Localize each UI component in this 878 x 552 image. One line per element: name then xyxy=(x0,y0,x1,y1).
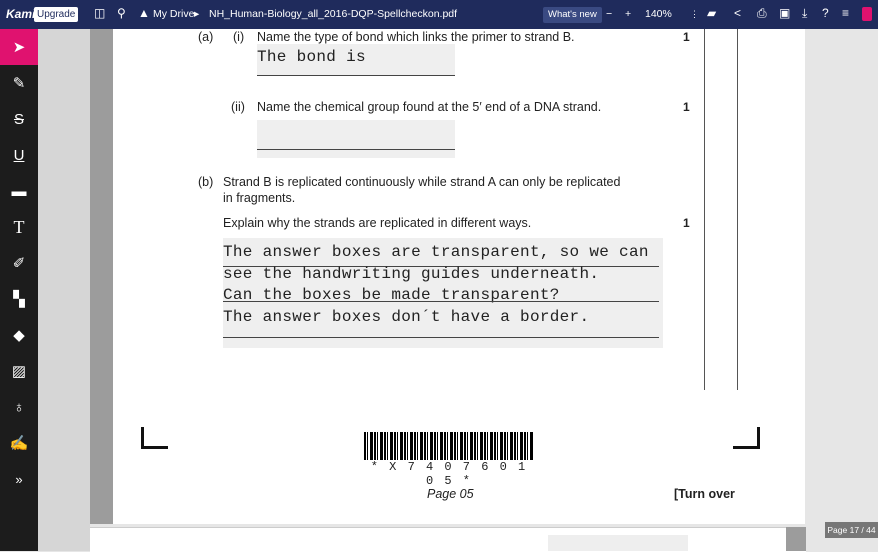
answer-line-4[interactable]: The answer boxes don´t have a border. xyxy=(223,308,589,326)
shapes-tool-icon[interactable]: ▚ xyxy=(0,281,38,317)
comment-tool-icon[interactable]: ▬ xyxy=(0,173,38,209)
answer-box-a-ii[interactable] xyxy=(257,120,455,158)
page-footer-number: Page 05 xyxy=(427,487,474,501)
text-tool-icon[interactable]: T xyxy=(0,209,38,245)
viewer-margin xyxy=(38,29,90,551)
signature-tool-icon[interactable]: ✍ xyxy=(0,425,38,461)
eraser-tool-icon[interactable]: ◆ xyxy=(0,317,38,353)
page-shadow xyxy=(90,29,113,524)
mark-a-i: 1 xyxy=(683,30,690,44)
question-label-a-ii: (ii) xyxy=(231,100,245,114)
question-text-b-line1: Strand B is replicated continuously whil… xyxy=(223,175,621,189)
viewer-margin-right xyxy=(805,29,878,551)
image-tool-icon[interactable]: ▨ xyxy=(0,353,38,389)
margin-line-left xyxy=(704,29,705,390)
print-icon[interactable]: ⎙ xyxy=(757,6,767,21)
turn-over-label: [Turn over xyxy=(674,487,735,501)
highlighter-tool-icon[interactable]: ✎ xyxy=(0,65,38,101)
crop-mark-right xyxy=(733,427,760,449)
drive-icon: ▲ xyxy=(138,6,150,20)
answer-line-2[interactable]: see the handwriting guides underneath. xyxy=(223,265,599,283)
barcode xyxy=(364,432,534,460)
next-page-answer-box xyxy=(548,535,688,551)
audio-tool-icon[interactable]: ♁ xyxy=(0,389,38,425)
select-tool-icon[interactable]: ➤ xyxy=(0,29,38,65)
avatar[interactable] xyxy=(862,7,872,21)
top-toolbar: Kami Upgrade ◫ ⚲ ▲ My Drive ▸ NH_Human-B… xyxy=(0,0,878,29)
drawing-tool-icon[interactable]: ✐ xyxy=(0,245,38,281)
save-icon[interactable]: ▣ xyxy=(779,6,790,20)
share-icon[interactable]: < xyxy=(734,6,741,20)
question-label-b: (b) xyxy=(198,175,214,189)
folder-icon[interactable]: ▰ xyxy=(707,6,716,20)
zoom-out-button[interactable]: − xyxy=(606,8,612,20)
answer-guide-line xyxy=(223,301,659,302)
zoom-in-button[interactable]: + xyxy=(625,8,631,20)
question-text-a-ii: Name the chemical group found at the 5′ … xyxy=(257,100,602,114)
underline-tool-icon[interactable]: U xyxy=(0,137,38,173)
download-icon[interactable]: ⤓ xyxy=(802,6,807,21)
whats-new-button[interactable]: What's new xyxy=(543,7,602,23)
answer-text-a-i[interactable]: The bond is xyxy=(257,48,366,66)
crop-mark-left xyxy=(141,427,168,449)
answer-guide-line xyxy=(223,337,659,338)
breadcrumb-separator: ▸ xyxy=(194,8,200,20)
document-filename: NH_Human-Biology_all_2016-DQP-Spellcheck… xyxy=(209,8,458,20)
help-icon[interactable]: ? xyxy=(822,6,829,20)
expand-sidebar-icon[interactable]: » xyxy=(0,461,38,497)
breadcrumb-my-drive[interactable]: My Drive xyxy=(153,8,194,20)
page-indicator: Page 17 / 44 xyxy=(825,522,878,538)
question-prompt-b: Explain why the strands are replicated i… xyxy=(223,216,532,230)
answer-guide-line xyxy=(257,149,455,150)
menu-icon[interactable]: ≡ xyxy=(842,6,849,20)
upgrade-button[interactable]: Upgrade xyxy=(34,7,79,22)
strikethrough-tool-icon[interactable]: S xyxy=(0,101,38,137)
kami-logo: Kami xyxy=(6,7,36,21)
search-icon[interactable]: ⚲ xyxy=(117,6,126,20)
mark-b: 1 xyxy=(683,216,690,230)
answer-line-1[interactable]: The answer boxes are transparent, so we … xyxy=(223,243,649,261)
margin-line-right xyxy=(737,29,738,390)
sidebar-toggle-icon[interactable]: ◫ xyxy=(94,6,105,20)
question-label-a: (a) xyxy=(198,30,214,44)
next-page xyxy=(90,527,806,552)
mark-a-ii: 1 xyxy=(683,100,690,114)
tool-sidebar: ➤ ✎ S U ▬ T ✐ ▚ ◆ ▨ ♁ ✍ » xyxy=(0,29,38,551)
question-label-a-i: (i) xyxy=(233,30,245,44)
question-text-a-i: Name the type of bond which links the pr… xyxy=(257,30,575,44)
question-text-b-line2: in fragments. xyxy=(223,191,296,205)
zoom-dropdown-icon[interactable]: ⋮ xyxy=(690,9,699,20)
next-page-shadow xyxy=(786,527,806,551)
answer-guide-line xyxy=(257,75,455,76)
barcode-text: * X 7 4 0 7 6 0 1 0 5 * xyxy=(370,460,528,488)
zoom-level-select[interactable]: 140% xyxy=(645,8,672,20)
